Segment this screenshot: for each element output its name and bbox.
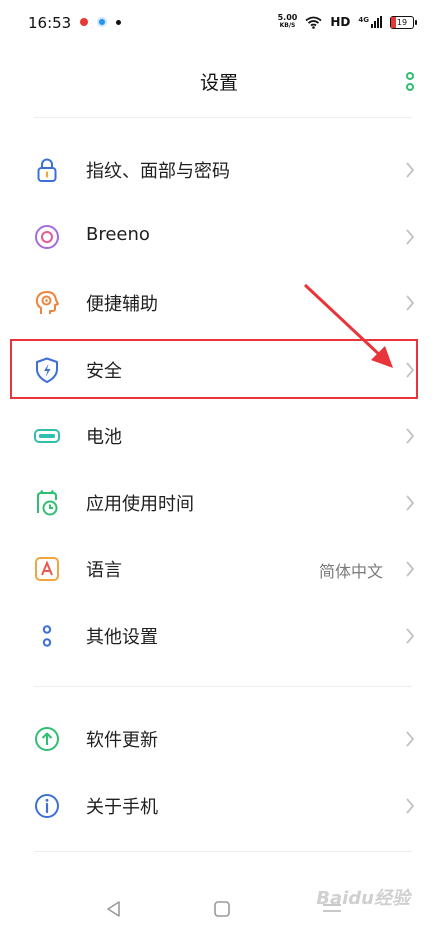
chevron-right-icon bbox=[406, 428, 415, 444]
network-speed: 5.00 KB/S bbox=[277, 13, 298, 30]
settings-item-breeno[interactable]: Breeno bbox=[0, 203, 438, 270]
info-icon bbox=[35, 793, 59, 818]
settings-item-label: 电池 bbox=[86, 427, 122, 448]
battery-status-icon: 19 bbox=[390, 15, 417, 29]
status-indicators: 5.00 KB/S HD 4G 19 bbox=[277, 13, 417, 30]
watermark: Baidu经验 bbox=[316, 888, 410, 909]
update-icon bbox=[35, 727, 59, 751]
chevron-right-icon bbox=[406, 228, 415, 245]
settings-item-label: 软件更新 bbox=[86, 730, 158, 751]
chevron-right-icon bbox=[406, 561, 415, 577]
chevron-right-icon bbox=[406, 494, 415, 511]
settings-item-fingerprint[interactable]: 指纹、面部与密码 bbox=[0, 136, 438, 203]
signal-icon: 4G bbox=[358, 16, 382, 28]
back-icon[interactable] bbox=[104, 899, 124, 919]
settings-item-other[interactable]: 其他设置 bbox=[0, 602, 438, 669]
settings-item-label: 关于手机 bbox=[86, 796, 158, 818]
settings-item-language[interactable]: 语言 简体中文 bbox=[0, 535, 438, 602]
hd-indicator: HD bbox=[330, 15, 351, 29]
annotation-arrow-icon bbox=[303, 283, 393, 368]
language-icon bbox=[35, 557, 59, 581]
chevron-right-icon bbox=[406, 162, 415, 178]
chevron-right-icon bbox=[406, 295, 415, 311]
app-notification-icon bbox=[97, 17, 107, 27]
chevron-right-icon bbox=[406, 731, 415, 747]
more-options-icon[interactable] bbox=[404, 71, 416, 93]
more-notifications-icon bbox=[116, 19, 121, 25]
settings-item-about-phone[interactable]: 关于手机 bbox=[0, 772, 438, 839]
title-bar: 设置 bbox=[0, 55, 438, 107]
screen-time-icon bbox=[37, 489, 58, 515]
status-time: 16:53 bbox=[28, 14, 72, 32]
settings-item-label: 应用使用时间 bbox=[86, 493, 194, 515]
settings-item-screen-time[interactable]: 应用使用时间 bbox=[0, 469, 438, 536]
settings-item-label: 其他设置 bbox=[86, 626, 158, 648]
divider bbox=[34, 117, 412, 118]
assist-icon bbox=[35, 291, 59, 314]
status-bar: 16:53 5.00 KB/S HD 4G 19 bbox=[0, 0, 438, 48]
breeno-icon bbox=[35, 224, 59, 249]
settings-item-label: Breeno bbox=[86, 223, 150, 245]
settings-list: 指纹、面部与密码 Breeno 便捷辅助 安全 电池 应用使用时间 语言 简体中… bbox=[0, 136, 438, 838]
settings-item-label: 指纹、面部与密码 bbox=[86, 161, 230, 182]
location-icon bbox=[80, 18, 88, 26]
lock-icon bbox=[37, 158, 57, 182]
settings-item-battery[interactable]: 电池 bbox=[0, 402, 438, 469]
chevron-right-icon bbox=[406, 627, 415, 644]
section-divider bbox=[34, 686, 412, 687]
wifi-icon bbox=[305, 16, 322, 29]
page-title: 设置 bbox=[199, 72, 238, 94]
battery-icon bbox=[34, 429, 60, 443]
notification-icons bbox=[80, 17, 121, 27]
home-icon[interactable] bbox=[212, 899, 232, 919]
divider bbox=[34, 851, 412, 852]
chevron-right-icon bbox=[406, 797, 415, 814]
settings-item-software-update[interactable]: 软件更新 bbox=[0, 705, 438, 772]
settings-item-label: 语言 bbox=[86, 560, 122, 581]
more-settings-icon bbox=[42, 624, 52, 647]
settings-item-label: 便捷辅助 bbox=[86, 294, 158, 315]
language-value: 简体中文 bbox=[318, 562, 383, 581]
